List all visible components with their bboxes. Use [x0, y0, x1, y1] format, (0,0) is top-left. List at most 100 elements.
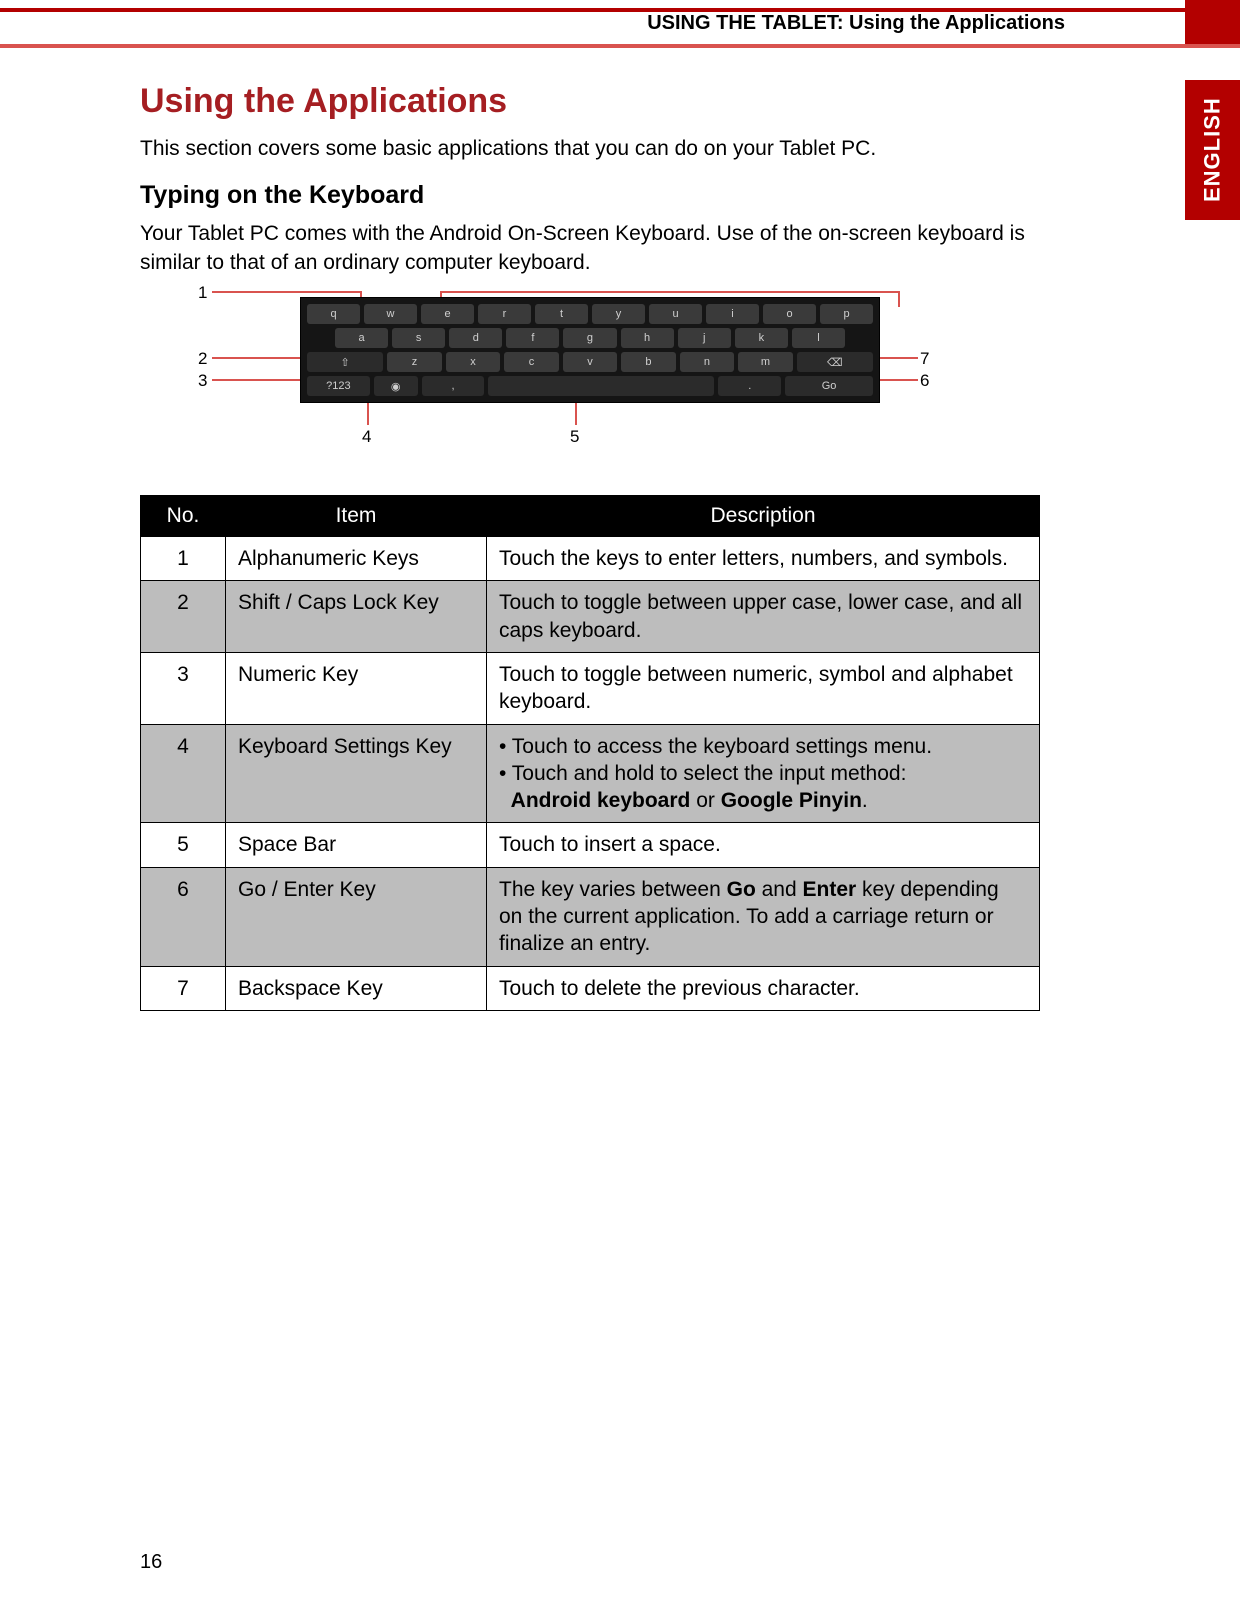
- th-item: Item: [226, 496, 487, 537]
- callout-2: 2: [198, 349, 207, 369]
- callout-7: 7: [920, 349, 929, 369]
- key-d[interactable]: d: [449, 328, 502, 348]
- cell-item: Shift / Caps Lock Key: [226, 581, 487, 653]
- callout-5: 5: [570, 427, 579, 447]
- cell-item: Backspace Key: [226, 966, 487, 1010]
- key-b[interactable]: b: [621, 352, 675, 372]
- key-e[interactable]: e: [421, 304, 474, 324]
- desc-or: or: [690, 789, 720, 812]
- content-area: Using the Applications This section cove…: [140, 82, 1040, 1011]
- desc-bold1: Android keyboard: [511, 789, 691, 812]
- key-g[interactable]: g: [563, 328, 616, 348]
- key-backspace[interactable]: ⌫: [797, 352, 873, 372]
- key-t[interactable]: t: [535, 304, 588, 324]
- key-f[interactable]: f: [506, 328, 559, 348]
- cell-no: 5: [141, 823, 226, 867]
- key-go[interactable]: Go: [785, 376, 873, 396]
- key-y[interactable]: y: [592, 304, 645, 324]
- cell-item: Space Bar: [226, 823, 487, 867]
- line-1e: [898, 291, 900, 307]
- cell-desc: Touch to delete the previous character.: [487, 966, 1040, 1010]
- callout-4: 4: [362, 427, 371, 447]
- line-3: [212, 379, 304, 381]
- cell-item: Keyboard Settings Key: [226, 724, 487, 823]
- callout-3: 3: [198, 371, 207, 391]
- cell-no: 2: [141, 581, 226, 653]
- desc-mid: and: [756, 878, 803, 901]
- language-tab: ENGLISH: [1185, 80, 1240, 220]
- section-heading: Typing on the Keyboard: [140, 181, 1040, 210]
- page: USING THE TABLET: Using the Applications…: [0, 0, 1240, 1619]
- table-row: 7 Backspace Key Touch to delete the prev…: [141, 966, 1040, 1010]
- cell-desc: Touch to insert a space.: [487, 823, 1040, 867]
- onscreen-keyboard: q w e r t y u i o p a s d f g h: [300, 297, 880, 403]
- table-row: 3 Numeric Key Touch to toggle between nu…: [141, 652, 1040, 724]
- key-z[interactable]: z: [387, 352, 441, 372]
- cell-item: Numeric Key: [226, 652, 487, 724]
- desc-line2a: • Touch and hold to select the input met…: [499, 762, 906, 785]
- table-row: 6 Go / Enter Key The key varies between …: [141, 867, 1040, 966]
- desc-pre: The key varies between: [499, 878, 727, 901]
- key-i[interactable]: i: [706, 304, 759, 324]
- key-n[interactable]: n: [680, 352, 734, 372]
- key-w[interactable]: w: [364, 304, 417, 324]
- cell-no: 1: [141, 537, 226, 581]
- key-c[interactable]: c: [504, 352, 558, 372]
- line-2: [212, 357, 304, 359]
- key-numeric[interactable]: ?123: [307, 376, 370, 396]
- kb-row-1: q w e r t y u i o p: [307, 304, 873, 324]
- key-v[interactable]: v: [563, 352, 617, 372]
- key-settings[interactable]: ◉: [374, 376, 418, 396]
- keyboard-figure: 1 2 3 4 5 6 7 q w e r: [140, 287, 1040, 467]
- key-r[interactable]: r: [478, 304, 531, 324]
- page-title: Using the Applications: [140, 82, 1040, 121]
- key-o[interactable]: o: [763, 304, 816, 324]
- section-description: Your Tablet PC comes with the Android On…: [140, 220, 1040, 277]
- key-shift[interactable]: ⇧: [307, 352, 383, 372]
- page-number: 16: [140, 1551, 162, 1574]
- breadcrumb: USING THE TABLET: Using the Applications: [647, 12, 1065, 35]
- desc-line1: • Touch to access the keyboard settings …: [499, 735, 932, 758]
- cell-item: Alphanumeric Keys: [226, 537, 487, 581]
- table-row: 1 Alphanumeric Keys Touch the keys to en…: [141, 537, 1040, 581]
- cell-desc: Touch to toggle between upper case, lowe…: [487, 581, 1040, 653]
- key-period[interactable]: .: [718, 376, 781, 396]
- key-j[interactable]: j: [678, 328, 731, 348]
- kb-row-3: ⇧ z x c v b n m ⌫: [307, 352, 873, 372]
- callout-6: 6: [920, 371, 929, 391]
- line-6: [880, 379, 918, 381]
- key-k[interactable]: k: [735, 328, 788, 348]
- table-row: 5 Space Bar Touch to insert a space.: [141, 823, 1040, 867]
- line-1a: [212, 291, 362, 293]
- cell-desc: • Touch to access the keyboard settings …: [487, 724, 1040, 823]
- table-header-row: No. Item Description: [141, 496, 1040, 537]
- cell-no: 4: [141, 724, 226, 823]
- table-row: 4 Keyboard Settings Key • Touch to acces…: [141, 724, 1040, 823]
- cell-no: 3: [141, 652, 226, 724]
- key-p[interactable]: p: [820, 304, 873, 324]
- key-h[interactable]: h: [621, 328, 674, 348]
- kb-row-2: a s d f g h j k l: [307, 328, 873, 348]
- cell-desc: The key varies between Go and Enter key …: [487, 867, 1040, 966]
- key-comma[interactable]: ,: [422, 376, 485, 396]
- key-a[interactable]: a: [335, 328, 388, 348]
- line-7: [880, 357, 918, 359]
- desc-bold2: Google Pinyin: [721, 789, 862, 812]
- callout-1: 1: [198, 283, 207, 303]
- table-row: 2 Shift / Caps Lock Key Touch to toggle …: [141, 581, 1040, 653]
- desc-end: .: [862, 789, 868, 812]
- key-m[interactable]: m: [738, 352, 792, 372]
- corner-red-block: [1185, 0, 1240, 48]
- line-1c: [440, 291, 900, 293]
- key-s[interactable]: s: [392, 328, 445, 348]
- key-l[interactable]: l: [792, 328, 845, 348]
- th-desc: Description: [487, 496, 1040, 537]
- key-q[interactable]: q: [307, 304, 360, 324]
- desc-b1: Go: [727, 878, 756, 901]
- key-x[interactable]: x: [446, 352, 500, 372]
- cell-no: 6: [141, 867, 226, 966]
- cell-desc: Touch the keys to enter letters, numbers…: [487, 537, 1040, 581]
- key-u[interactable]: u: [649, 304, 702, 324]
- description-table: No. Item Description 1 Alphanumeric Keys…: [140, 495, 1040, 1011]
- key-space[interactable]: [488, 376, 714, 396]
